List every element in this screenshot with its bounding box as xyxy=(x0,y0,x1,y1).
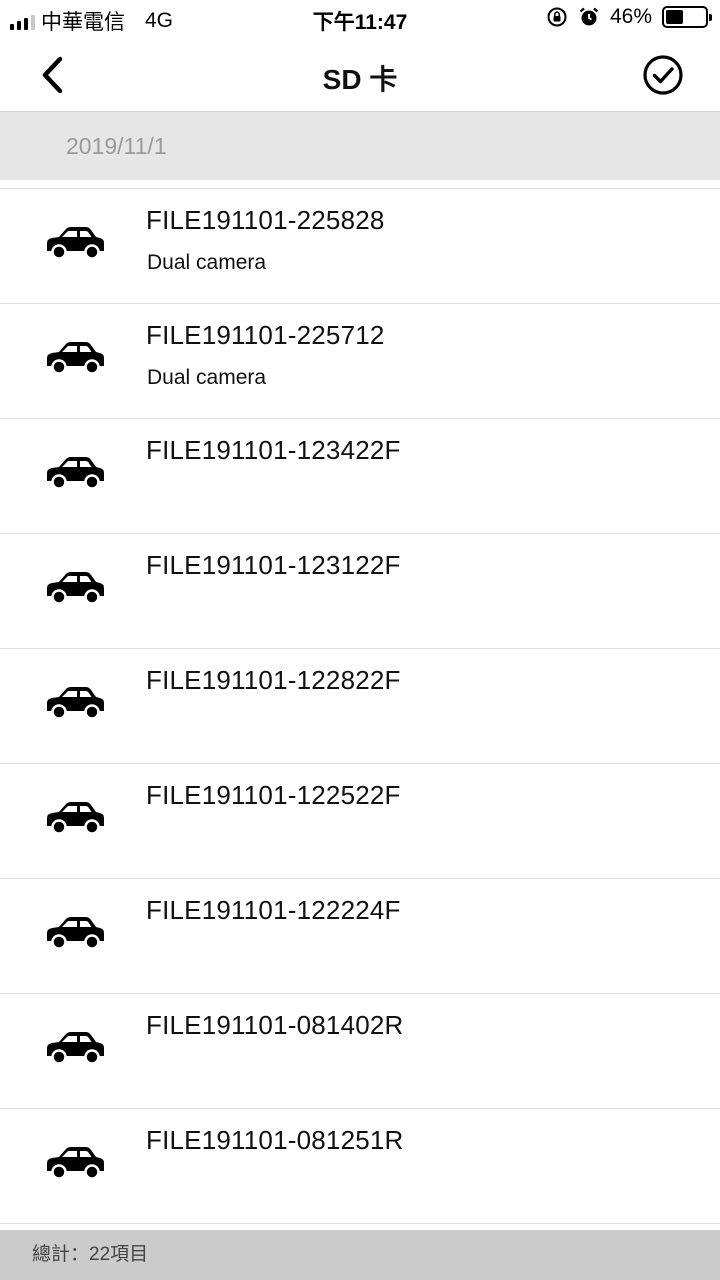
section-date-header: 2019/11/1 xyxy=(0,112,720,180)
file-list: FILE191101-225828 Dual camera FILE191101-2… xyxy=(0,188,720,1224)
file-name: FILE191101-122522F xyxy=(146,780,401,810)
car-icon xyxy=(44,794,106,836)
car-icon xyxy=(44,1139,106,1181)
alarm-icon xyxy=(579,7,599,26)
confirm-button[interactable] xyxy=(642,54,684,96)
file-subtitle: Dual camera xyxy=(147,251,267,274)
battery-icon xyxy=(662,6,712,28)
file-name: FILE191101-123122F xyxy=(146,550,401,580)
list-item[interactable]: FILE191101-081402R xyxy=(0,994,720,1109)
check-circle-icon xyxy=(643,55,683,95)
battery-fill xyxy=(666,10,684,24)
file-name: FILE191101-225828 xyxy=(146,205,385,235)
status-bar: 中華電信 4G 下午11:47 46% xyxy=(0,0,720,36)
list-item[interactable]: FILE191101-122822F xyxy=(0,649,720,764)
list-item[interactable]: FILE191101-225828 Dual camera xyxy=(0,189,720,304)
car-icon xyxy=(44,909,106,951)
list-item[interactable]: FILE191101-122522F xyxy=(0,764,720,879)
orientation-lock-icon xyxy=(547,7,567,27)
car-icon xyxy=(44,564,106,606)
car-icon xyxy=(44,1024,106,1066)
list-item[interactable]: FILE191101-122224F xyxy=(0,879,720,994)
list-item[interactable]: FILE191101-081251R xyxy=(0,1109,720,1224)
list-item[interactable]: FILE191101-123422F xyxy=(0,419,720,534)
file-name: FILE191101-081402R xyxy=(146,1010,404,1040)
file-name: FILE191101-225712 xyxy=(146,320,385,350)
file-name: FILE191101-123422F xyxy=(146,435,401,465)
car-icon xyxy=(44,679,106,721)
page-title: SD 卡 xyxy=(322,64,398,95)
file-subtitle: Dual camera xyxy=(147,366,267,389)
total-count: 總計：22項目 xyxy=(0,1230,720,1280)
car-icon xyxy=(44,219,106,261)
nav-bar: SD 卡 xyxy=(0,36,720,112)
file-name: FILE191101-122822F xyxy=(146,665,401,695)
battery-percent: 46% xyxy=(609,5,652,28)
file-name: FILE191101-081251R xyxy=(146,1125,404,1155)
car-icon xyxy=(44,449,106,491)
list-item[interactable]: FILE191101-225712 Dual camera xyxy=(0,304,720,419)
car-icon xyxy=(44,334,106,376)
file-name: FILE191101-122224F xyxy=(146,895,401,925)
status-right: 46% xyxy=(546,5,712,29)
list-item[interactable]: FILE191101-123122F xyxy=(0,534,720,649)
